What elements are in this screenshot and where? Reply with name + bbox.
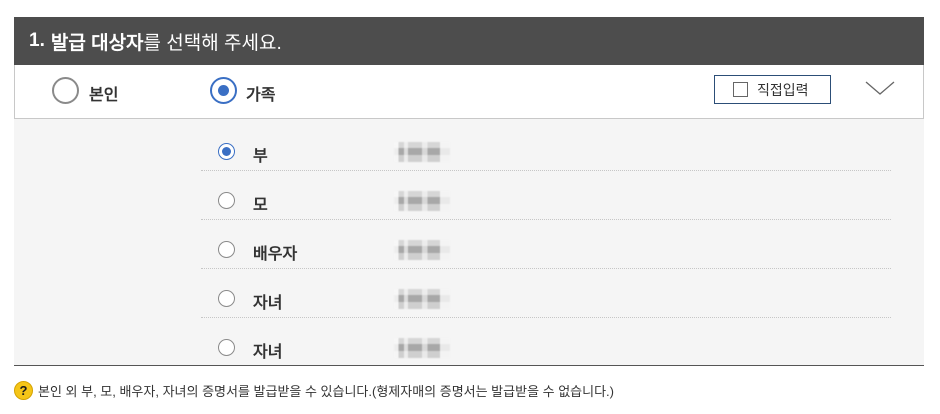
family-member-list: 부 모 배우자 자녀 자녀	[14, 119, 924, 366]
radio-child-1[interactable]	[218, 290, 235, 307]
masked-name	[394, 240, 450, 260]
radio-father[interactable]	[218, 143, 235, 160]
radio-spouse[interactable]	[218, 241, 235, 258]
masked-name	[394, 289, 450, 309]
radio-family[interactable]	[210, 77, 237, 104]
masked-name	[394, 191, 450, 211]
family-label-father: 부	[253, 148, 268, 165]
radio-self-label[interactable]: 본인	[89, 81, 118, 105]
section-title-rest: 를 선택해 주세요.	[143, 32, 282, 54]
family-row-spouse[interactable]: 배우자	[201, 220, 891, 269]
masked-name	[394, 338, 450, 358]
radio-mother[interactable]	[218, 192, 235, 209]
section-title-bold: 발급 대상자	[50, 32, 144, 54]
target-select-row: 본인 가족 직접입력	[14, 65, 924, 119]
notice-text-row: ? 본인 외 부, 모, 배우자, 자녀의 증명서를 발급받을 수 있습니다.(…	[14, 379, 614, 401]
chevron-down-icon[interactable]	[865, 77, 895, 99]
masked-name	[394, 142, 450, 162]
section-number: 1.	[29, 30, 45, 51]
family-label-child-1: 자녀	[253, 295, 283, 312]
family-row-child-1[interactable]: 자녀	[201, 269, 891, 318]
radio-child-2[interactable]	[218, 339, 235, 356]
family-label-mother: 모	[253, 197, 268, 214]
family-label-spouse: 배우자	[253, 246, 298, 263]
question-icon: ?	[14, 380, 33, 400]
family-row-mother[interactable]: 모	[201, 171, 891, 220]
radio-family-label[interactable]: 가족	[246, 81, 275, 105]
direct-input-label: 직접입력	[757, 81, 809, 98]
family-label-child-2: 자녀	[253, 344, 283, 361]
family-row-father[interactable]: 부	[201, 122, 891, 171]
radio-self[interactable]	[52, 77, 79, 104]
family-row-child-2[interactable]: 자녀	[201, 318, 891, 367]
direct-input-checkbox[interactable]	[733, 82, 748, 97]
notice-text: 본인 외 부, 모, 배우자, 자녀의 증명서를 발급받을 수 있습니다.(형제…	[38, 383, 614, 399]
section-header: 1. 발급 대상자 를 선택해 주세요.	[14, 17, 924, 65]
direct-input-button[interactable]: 직접입력	[714, 75, 831, 104]
